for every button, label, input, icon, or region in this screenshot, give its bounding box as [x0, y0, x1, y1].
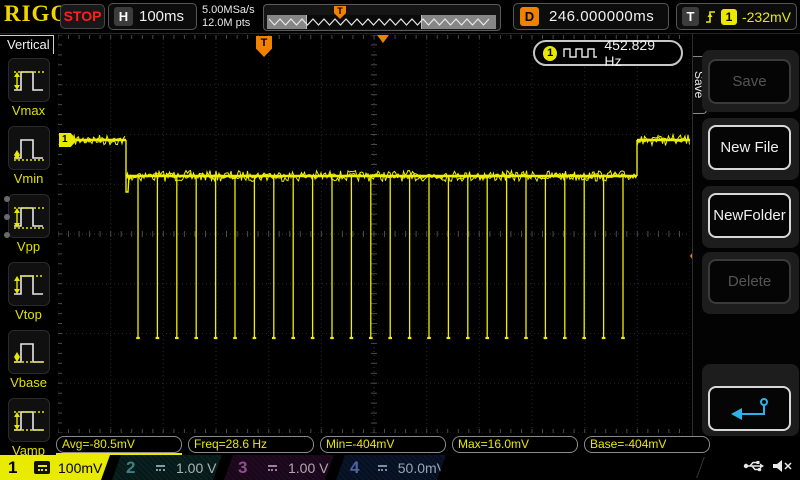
- new-folder-button[interactable]: NewFolder: [708, 193, 791, 238]
- channel-number: 2: [126, 458, 140, 478]
- delay-icon: D: [520, 7, 539, 26]
- sidebar-item-label: Vmax: [0, 103, 57, 118]
- page-indicator-dot: [4, 232, 10, 238]
- dc-coupling-icon: [375, 461, 390, 474]
- measurement-max[interactable]: Max=16.0mV: [452, 436, 578, 453]
- sidebar-item-label: Vpp: [0, 239, 57, 254]
- page-indicator-dot: [4, 196, 10, 202]
- channel3-tab[interactable]: 3 1.00 V: [224, 455, 334, 480]
- vbase-icon: [12, 336, 46, 368]
- vtop-icon: [12, 268, 46, 300]
- measurement-min[interactable]: Min=-404mV: [320, 436, 446, 453]
- trigger-level-value: -232mV: [742, 9, 791, 25]
- measurement-freq[interactable]: Freq=28.6 Hz: [188, 436, 314, 453]
- channel-scale: 1.00 V: [288, 460, 328, 476]
- sidebar-item-label: Vmin: [0, 171, 57, 186]
- sample-rate: 5.00MSa/s: [202, 4, 255, 17]
- sidebar-title: Vertical: [7, 37, 50, 52]
- sidebar-item-label: Vtop: [0, 307, 57, 322]
- channel-scale: 100mV: [58, 460, 102, 476]
- channel-number: 1: [8, 458, 22, 478]
- measurement-base[interactable]: Base=-404mV: [584, 436, 710, 453]
- usb-icon: [743, 458, 765, 474]
- save-button[interactable]: Save: [708, 59, 791, 104]
- measure-sidebar: Vertical Vmax Vmin Vpp Vtop Vbase Vamp: [0, 34, 57, 437]
- vamp-icon: [12, 404, 46, 436]
- sidebar-item-vpp[interactable]: Vpp: [0, 194, 57, 254]
- sidebar-item-vbase[interactable]: Vbase: [0, 330, 57, 390]
- page-indicator-dot: [4, 214, 10, 220]
- square-wave-icon: [563, 46, 598, 60]
- channel-scale: 50.0mV: [398, 460, 446, 476]
- graticule: [58, 35, 690, 433]
- dc-coupling-icon: [264, 461, 280, 474]
- sidebar-item-vamp[interactable]: Vamp: [0, 398, 57, 458]
- channel-number: 3: [238, 458, 252, 478]
- waveform-preview-strip[interactable]: T: [263, 4, 501, 31]
- dc-coupling-icon: [152, 461, 168, 474]
- timebase-value: 100ms: [139, 8, 184, 25]
- channel4-tab[interactable]: 4 50.0mV: [336, 455, 446, 480]
- frequency-counter: 1 452.829 Hz: [533, 40, 683, 66]
- new-file-button[interactable]: New File: [708, 125, 791, 170]
- channel1-tab[interactable]: 1 100mV: [0, 455, 110, 480]
- preview-waveform: [267, 15, 496, 29]
- preview-band: [267, 15, 496, 29]
- topbar-separator: [0, 33, 800, 34]
- statusbar-divider: [696, 457, 705, 478]
- channel-number: 4: [350, 458, 363, 478]
- acquisition-info: 5.00MSa/s 12.0M pts: [202, 4, 255, 30]
- horizontal-timebase-box[interactable]: H 100ms: [108, 3, 197, 30]
- back-button[interactable]: [708, 386, 791, 431]
- delay-box: D 246.000000ms: [513, 3, 669, 30]
- oscilloscope-screen: RIGOL STOP H 100ms 5.00MSa/s 12.0M pts T…: [0, 0, 800, 480]
- channel2-tab[interactable]: 2 1.00 V: [112, 455, 222, 480]
- rising-edge-icon: [704, 9, 716, 25]
- trigger-delay-marker[interactable]: [377, 35, 389, 43]
- vpp-icon: [12, 200, 46, 232]
- delay-value: 246.000000ms: [549, 8, 654, 25]
- counter-value: 452.829 Hz: [604, 37, 673, 69]
- sidebar-item-label: Vbase: [0, 375, 57, 390]
- trigger-source-badge: 1: [721, 9, 737, 25]
- return-arrow-icon: [728, 395, 772, 423]
- memory-depth: 12.0M pts: [202, 17, 255, 30]
- sidebar-item-vmin[interactable]: Vmin: [0, 126, 57, 186]
- channel-bar: 1 100mV 2 1.00 V 3 1.00 V 4 50.0mV: [0, 455, 800, 480]
- delete-button[interactable]: Delete: [708, 259, 791, 304]
- vmin-icon: [12, 132, 46, 164]
- horizontal-icon: H: [114, 7, 133, 26]
- sidebar-item-vmax[interactable]: Vmax: [0, 58, 57, 118]
- run-state-badge[interactable]: STOP: [60, 4, 105, 29]
- measurement-avg[interactable]: Avg=-80.5mV: [56, 436, 182, 453]
- trigger-icon: T: [682, 7, 699, 26]
- speaker-muted-icon: [771, 458, 792, 474]
- channel-scale: 1.00 V: [176, 460, 216, 476]
- sidebar-item-vtop[interactable]: Vtop: [0, 262, 57, 322]
- trigger-info-box: T 1 -232mV: [676, 3, 797, 30]
- vmax-icon: [12, 64, 46, 96]
- dc-coupling-icon: [34, 461, 50, 474]
- counter-source-badge: 1: [543, 46, 557, 61]
